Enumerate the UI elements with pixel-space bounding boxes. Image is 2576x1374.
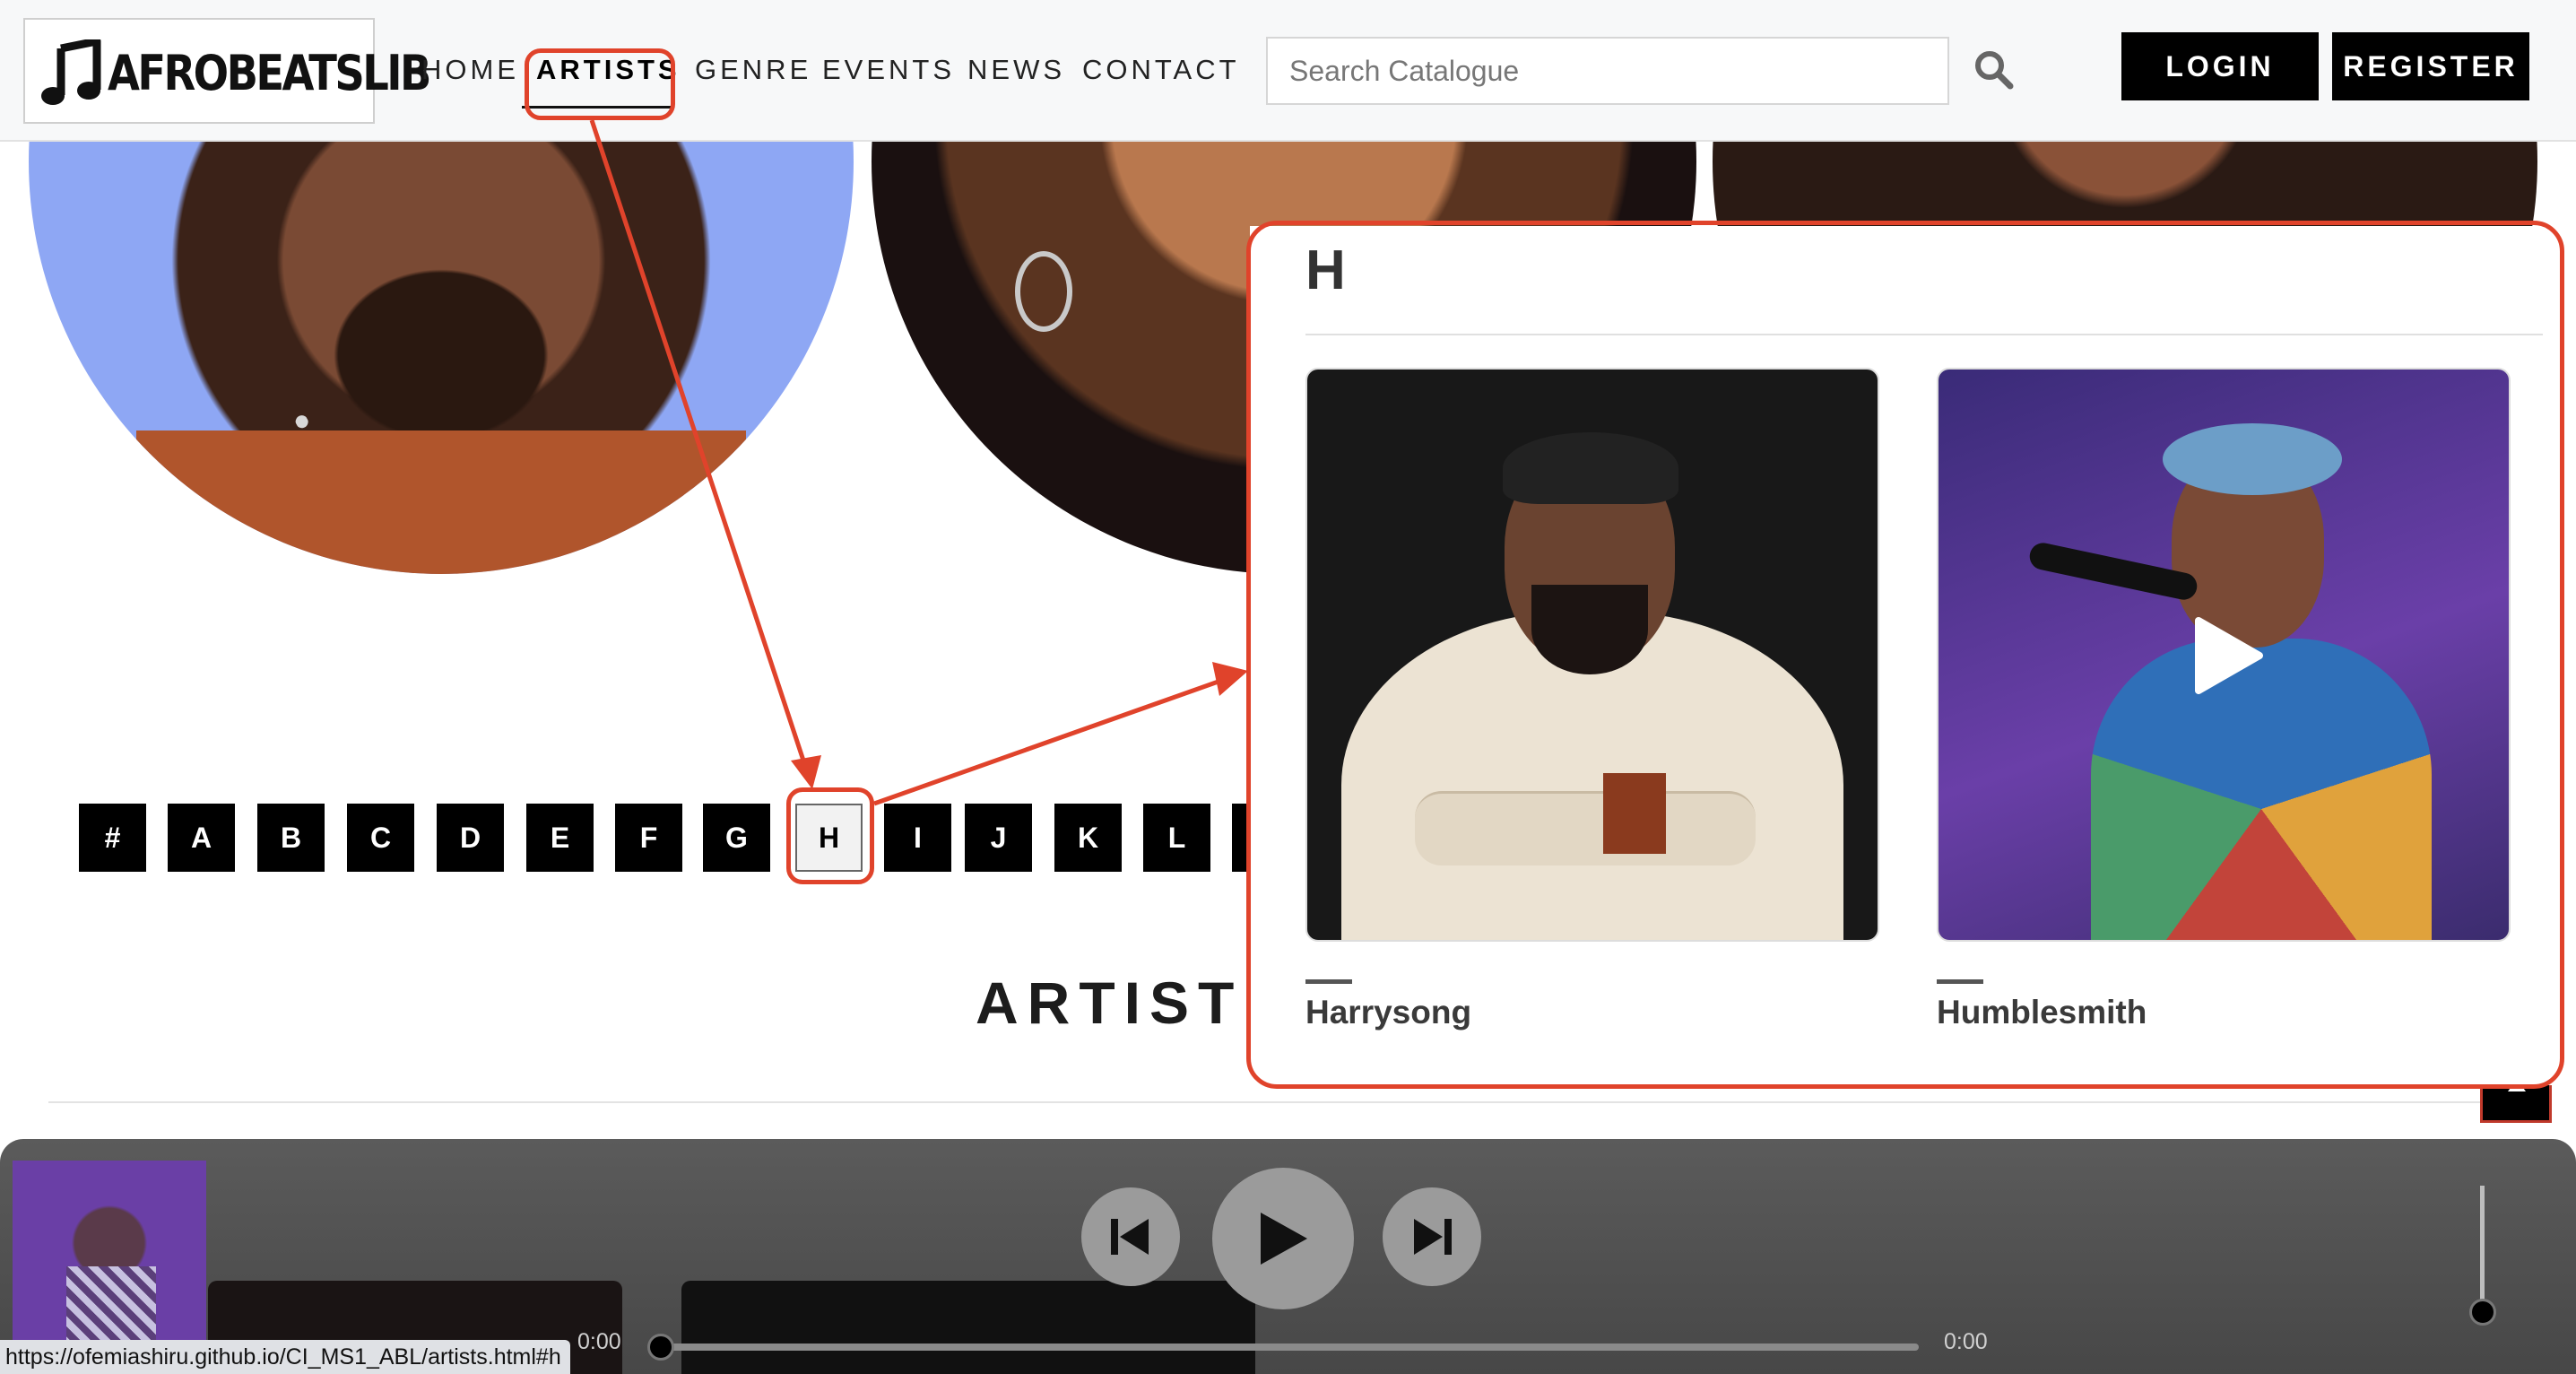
letter-filter-g[interactable]: G bbox=[703, 804, 770, 872]
skip-forward-icon bbox=[1414, 1219, 1452, 1255]
nav-events[interactable]: EVENTS bbox=[822, 52, 955, 88]
status-bar-url: https://ofemiashiru.github.io/CI_MS1_ABL… bbox=[0, 1340, 570, 1374]
annotation-box-panel bbox=[1246, 221, 2564, 1089]
letter-filter-i[interactable]: I bbox=[884, 804, 951, 872]
annotation-box-artists bbox=[525, 48, 675, 120]
nav-home[interactable]: HOME bbox=[421, 52, 519, 88]
artist-photo-earring bbox=[1015, 251, 1072, 332]
site-header: AFROBEATSLIB HOME ARTISTS GENRE EVENTS N… bbox=[0, 0, 2576, 142]
now-playing-thumbnail[interactable] bbox=[13, 1161, 206, 1367]
nav-contact[interactable]: CONTACT bbox=[1082, 52, 1240, 88]
search-icon[interactable] bbox=[1973, 48, 2014, 90]
letter-filter-b[interactable]: B bbox=[257, 804, 325, 872]
progress-bar[interactable] bbox=[660, 1344, 1919, 1351]
letter-filter-j[interactable]: J bbox=[965, 804, 1032, 872]
letter-filter-c[interactable]: C bbox=[347, 804, 414, 872]
annotation-box-letter-h bbox=[786, 787, 874, 884]
volume-slider[interactable] bbox=[2480, 1186, 2485, 1311]
nav-news[interactable]: NEWS bbox=[967, 52, 1065, 88]
background-card bbox=[681, 1281, 1255, 1374]
play-icon bbox=[1261, 1213, 1307, 1265]
skip-back-icon bbox=[1111, 1219, 1149, 1255]
current-time: 0:00 bbox=[577, 1329, 621, 1354]
letter-filter-k[interactable]: K bbox=[1054, 804, 1122, 872]
letter-filter-f[interactable]: F bbox=[615, 804, 682, 872]
letter-filter-a[interactable]: A bbox=[168, 804, 235, 872]
search-input[interactable] bbox=[1266, 37, 1949, 105]
artist-photo-shirt bbox=[136, 430, 746, 574]
logo-text: AFROBEATSLIB bbox=[108, 45, 431, 101]
login-button[interactable]: LOGIN bbox=[2121, 32, 2319, 100]
register-button[interactable]: REGISTER bbox=[2332, 32, 2529, 100]
audio-player: 0:00 0:00 bbox=[0, 1139, 2576, 1374]
letter-filter-e[interactable]: E bbox=[526, 804, 594, 872]
volume-handle[interactable] bbox=[2469, 1299, 2496, 1326]
letter-filter-hash[interactable]: # bbox=[79, 804, 146, 872]
music-note-icon bbox=[41, 39, 101, 105]
next-track-button[interactable] bbox=[1383, 1187, 1481, 1286]
total-time: 0:00 bbox=[1944, 1329, 1988, 1354]
progress-handle[interactable] bbox=[647, 1334, 674, 1361]
letter-filter-l[interactable]: L bbox=[1143, 804, 1210, 872]
letter-filter-d[interactable]: D bbox=[437, 804, 504, 872]
nav-genre[interactable]: GENRE bbox=[695, 52, 811, 88]
play-button[interactable] bbox=[1212, 1168, 1354, 1309]
previous-track-button[interactable] bbox=[1081, 1187, 1180, 1286]
site-logo[interactable]: AFROBEATSLIB bbox=[23, 18, 431, 124]
section-divider bbox=[48, 1101, 2550, 1103]
